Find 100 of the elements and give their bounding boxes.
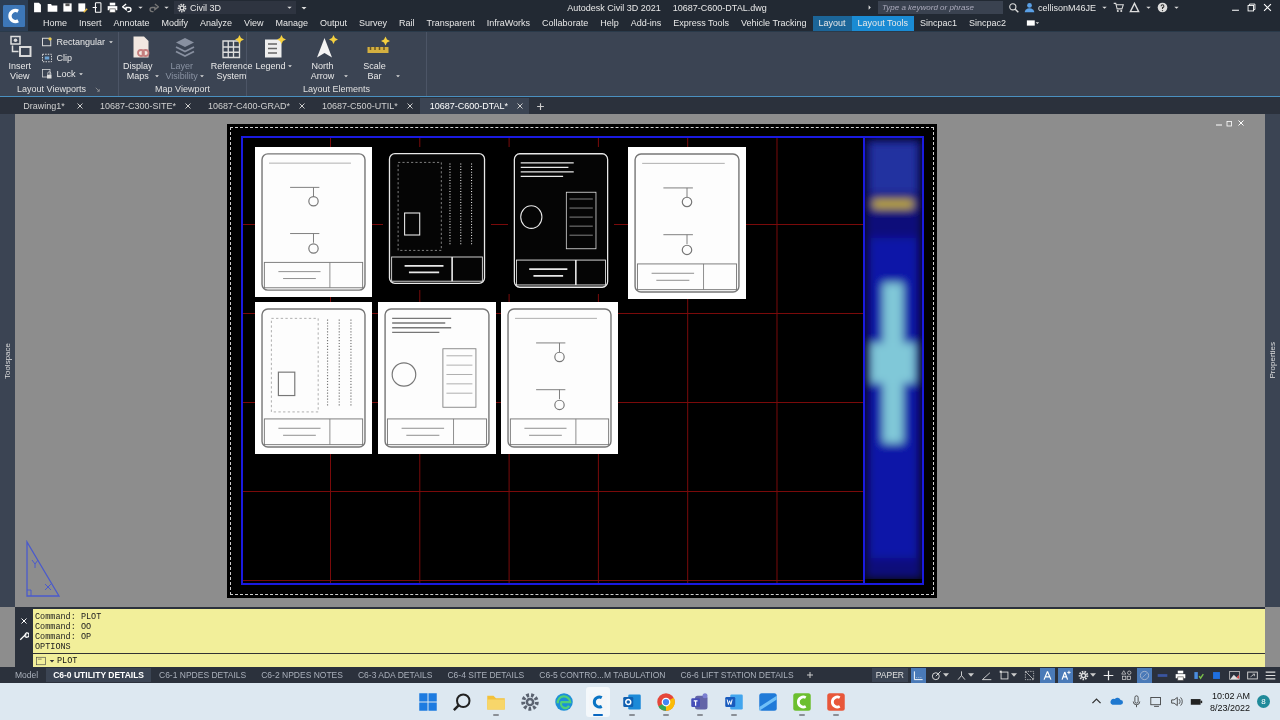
people-icon: [690, 691, 710, 712]
ribbon-tab[interactable]: Express Tools: [667, 15, 736, 31]
file-tab[interactable]: Drawing1*: [10, 97, 89, 114]
ribbon-button[interactable]: Lock: [41, 67, 114, 81]
help-icon[interactable]: [1157, 2, 1168, 13]
save-as-icon[interactable]: [77, 2, 88, 13]
ribbon-button[interactable]: Reference System: [210, 35, 253, 81]
ribbon-tab[interactable]: Sincpac2: [963, 15, 1013, 31]
ribbon-button[interactable]: Display Maps: [123, 35, 160, 81]
tablet-icon[interactable]: [92, 2, 103, 13]
caret-icon[interactable]: [943, 673, 949, 678]
user-name[interactable]: cellisonM46JE: [1037, 2, 1096, 13]
sheet-tab[interactable]: C6-0 UTILITY DETAILS: [46, 668, 151, 683]
network-icon[interactable]: [1149, 695, 1163, 708]
ribbon-tab[interactable]: Collaborate: [536, 15, 595, 31]
ribbon-tab[interactable]: Help: [594, 15, 625, 31]
app-logo-icon[interactable]: [3, 2, 25, 29]
clock-date[interactable]: 8/23/2022: [1209, 702, 1250, 713]
close-icon[interactable]: [184, 101, 193, 110]
file-tab[interactable]: 10687-C500-UTIL*: [312, 97, 419, 114]
status-bar-toggle[interactable]: [1040, 667, 1055, 683]
status-bar-toggle[interactable]: [1058, 667, 1073, 683]
ribbon-tab[interactable]: Insert: [73, 15, 108, 31]
ribbon-tab[interactable]: Survey: [353, 15, 394, 31]
search-icon[interactable]: [1007, 2, 1019, 13]
clock-time[interactable]: 10:02 AM: [1211, 690, 1250, 701]
ribbon-tab[interactable]: Rail: [393, 15, 421, 31]
caret-icon[interactable]: [49, 657, 55, 664]
space-toggle[interactable]: PAPER: [871, 668, 908, 683]
close-icon[interactable]: [76, 101, 84, 110]
notification-badge[interactable]: 8: [1257, 695, 1270, 708]
ribbon-button[interactable]: Insert View: [4, 35, 36, 81]
new-file-icon[interactable]: [32, 2, 43, 13]
close-icon[interactable]: [516, 101, 525, 110]
ribbon-tab[interactable]: View: [238, 15, 270, 31]
launcher-icon[interactable]: [93, 85, 101, 93]
ribbon-tab[interactable]: Home: [37, 15, 73, 31]
file-tab[interactable]: 10687-C300-SITE*: [90, 97, 198, 114]
ribbon-tab[interactable]: Output: [314, 15, 354, 31]
ribbon-button[interactable]: Clip: [41, 51, 114, 65]
ribbon-tab[interactable]: Analyze: [194, 15, 239, 31]
ribbon-tab[interactable]: InfraWorks: [480, 15, 537, 31]
status-bar-toggle[interactable]: [1137, 667, 1152, 683]
wrench-icon[interactable]: [19, 631, 29, 642]
ribbon-tab[interactable]: Add-ins: [624, 15, 668, 31]
undo-icon[interactable]: [122, 2, 133, 13]
ribbon-tab[interactable]: Annotate: [107, 15, 156, 31]
ribbon-button[interactable]: North Arrow: [303, 35, 349, 81]
plus-icon[interactable]: [536, 101, 546, 111]
ribbon-tab[interactable]: Layout: [812, 15, 852, 31]
command-history-line: Command: OP: [35, 632, 93, 643]
printer-icon[interactable]: [107, 2, 118, 13]
ribbon-tab[interactable]: Modify: [155, 15, 195, 31]
restore-icon[interactable]: [1246, 2, 1257, 13]
caret-icon[interactable]: [1145, 4, 1152, 11]
polar-icon: [931, 669, 942, 681]
caret-icon[interactable]: [968, 673, 974, 678]
close-icon[interactable]: [405, 101, 414, 110]
caret-icon[interactable]: [1101, 4, 1108, 11]
caret-icon[interactable]: [137, 4, 144, 11]
caret-icon[interactable]: [1173, 4, 1180, 11]
cart-icon[interactable]: [1113, 2, 1124, 13]
sheet-tab[interactable]: Model: [8, 668, 46, 683]
search-field[interactable]: Type a keyword or phrase: [877, 1, 1003, 14]
ribbon-tab[interactable]: Vehicle Tracking: [735, 15, 813, 31]
caret-icon[interactable]: [1011, 673, 1017, 678]
save-icon[interactable]: [62, 2, 73, 13]
ribbon-button[interactable]: Scale Bar: [355, 35, 401, 81]
sheet-tab[interactable]: C6-4 SITE DETAILS: [440, 668, 532, 683]
properties-panel-tab[interactable]: Properties: [1268, 342, 1277, 379]
app-tile-icon: [792, 691, 812, 712]
redo-icon[interactable]: [148, 2, 159, 13]
command-input[interactable]: PLOT: [57, 655, 457, 666]
gear-icon: [177, 2, 187, 13]
sheet-tab[interactable]: C6-2 NPDES NOTES: [254, 668, 350, 683]
sheet-tab[interactable]: C6-1 NPDES DETAILS: [152, 668, 254, 683]
speaker-icon[interactable]: [1169, 695, 1183, 708]
workspace-dropdown[interactable]: Civil 3D: [174, 1, 296, 14]
toolspace-panel-tab[interactable]: Toolspace: [3, 342, 12, 379]
plus-icon[interactable]: [805, 671, 814, 680]
ribbon-tab[interactable]: Transparent: [420, 15, 481, 31]
file-tab[interactable]: 10687-C600-DTAL*: [419, 97, 530, 114]
ribbon-button[interactable]: Legend: [251, 35, 297, 71]
caret-icon[interactable]: [163, 4, 170, 11]
gear-icon: [1078, 669, 1089, 681]
folder-icon[interactable]: [47, 2, 58, 13]
ribbon-tab[interactable]: Manage: [269, 15, 314, 31]
sheet-tab[interactable]: C6-3 ADA DETAILS: [350, 668, 440, 683]
sheet-tab[interactable]: C6-6 LIFT STATION DETAILS: [673, 668, 801, 683]
ribbon-tab[interactable]: Sincpac1: [914, 15, 963, 31]
ribbon-button[interactable]: Rectangular: [41, 35, 114, 49]
status-bar-toggle[interactable]: [911, 667, 926, 683]
triangle-icon[interactable]: [1129, 2, 1140, 13]
cloud-icon[interactable]: [1109, 695, 1123, 708]
sheet-tab[interactable]: C6-5 CONTRO...M TABULATION: [532, 668, 673, 683]
menu-icon: [1265, 669, 1276, 681]
close-icon[interactable]: [298, 101, 307, 110]
caret-icon[interactable]: [1090, 673, 1096, 678]
file-tab[interactable]: 10687-C400-GRAD*: [198, 97, 312, 114]
status-bar-toggle[interactable]: [1119, 667, 1134, 683]
